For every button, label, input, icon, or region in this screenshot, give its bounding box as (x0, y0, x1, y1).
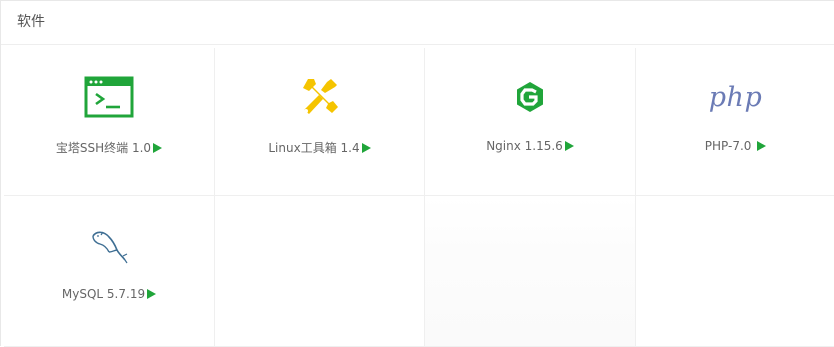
software-item-ssh-terminal[interactable]: 宝塔SSH终端 1.0 (4, 48, 215, 196)
panel-title: 软件 (1, 1, 834, 45)
software-label: Nginx 1.15.6 (425, 139, 635, 153)
software-label: MySQL 5.7.19 (4, 287, 214, 301)
nginx-icon (504, 75, 556, 119)
software-item-nginx[interactable]: Nginx 1.15.6 (425, 48, 636, 196)
empty-slot (215, 196, 425, 347)
mysql-dolphin-icon (83, 224, 135, 268)
play-arrow-icon[interactable] (147, 289, 157, 299)
php-icon: php (708, 81, 763, 113)
software-label: Linux工具箱 1.4 (215, 139, 424, 156)
software-panel: 软件 宝塔SSH终端 1.0 Linux工具箱 1.4 Nginx 1.15.6… (0, 0, 834, 347)
tools-icon (294, 75, 346, 119)
software-item-mysql[interactable]: MySQL 5.7.19 (4, 196, 215, 347)
play-arrow-icon[interactable] (757, 141, 767, 151)
software-label: PHP-7.0 (636, 139, 834, 153)
play-arrow-icon[interactable] (153, 143, 163, 153)
empty-slot (636, 196, 834, 347)
terminal-icon (83, 75, 135, 119)
play-arrow-icon[interactable] (564, 141, 574, 151)
software-item-php[interactable]: php PHP-7.0 (636, 48, 834, 196)
software-label: 宝塔SSH终端 1.0 (4, 139, 214, 156)
software-item-linux-toolbox[interactable]: Linux工具箱 1.4 (215, 48, 425, 196)
play-arrow-icon[interactable] (361, 143, 371, 153)
software-grid: 宝塔SSH终端 1.0 Linux工具箱 1.4 Nginx 1.15.6 ph… (4, 48, 834, 347)
empty-slot (425, 196, 636, 347)
